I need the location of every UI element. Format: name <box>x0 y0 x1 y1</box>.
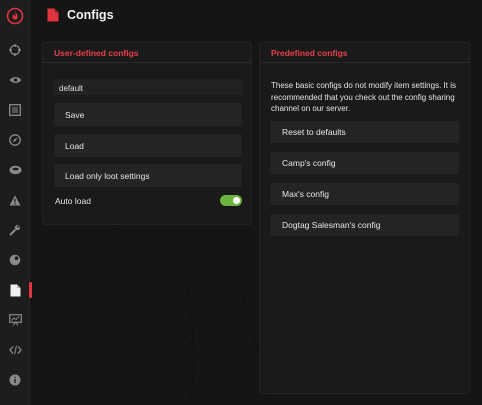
predefined-description: These basic configs do not modify item s… <box>271 81 456 113</box>
flame-icon[interactable] <box>4 5 26 27</box>
panel-title: User-defined configs <box>43 43 251 63</box>
auto-load-row: Auto load <box>54 194 242 208</box>
auto-load-label: Auto load <box>55 196 91 206</box>
sidebar <box>0 0 32 405</box>
disc-icon[interactable] <box>5 160 25 180</box>
code-icon[interactable] <box>5 340 25 360</box>
user-configs-panel: User-defined configs Save Load Load only… <box>42 42 252 225</box>
wrench-icon[interactable] <box>5 220 25 240</box>
predefined-configs-panel: Predefined configs These basic configs d… <box>259 42 470 394</box>
page-title: Configs <box>67 8 114 22</box>
document-icon <box>47 8 59 22</box>
toggle-knob <box>233 197 240 204</box>
auto-load-toggle[interactable] <box>220 195 242 206</box>
maxs-config-button[interactable]: Max's config <box>270 183 459 205</box>
compass-icon[interactable] <box>5 130 25 150</box>
page-header: Configs <box>30 0 482 32</box>
chart-board-icon[interactable] <box>5 310 25 330</box>
info-icon[interactable] <box>5 370 25 390</box>
load-loot-settings-button[interactable]: Load only loot settings <box>54 164 242 187</box>
active-indicator <box>29 282 32 298</box>
config-name-input[interactable] <box>54 79 242 95</box>
eye-icon[interactable] <box>5 70 25 90</box>
dogtag-salesman-config-button[interactable]: Dogtag Salesman's config <box>270 214 459 236</box>
palette-icon[interactable] <box>5 250 25 270</box>
panel-title: Predefined configs <box>260 43 469 63</box>
reset-defaults-button[interactable]: Reset to defaults <box>270 121 459 143</box>
load-button[interactable]: Load <box>54 134 242 157</box>
warning-icon[interactable] <box>5 190 25 210</box>
save-button[interactable]: Save <box>54 103 242 126</box>
camps-config-button[interactable]: Camp's config <box>270 152 459 174</box>
crosshair-icon[interactable] <box>5 40 25 60</box>
document-icon[interactable] <box>5 280 25 300</box>
list-box-icon[interactable] <box>5 100 25 120</box>
